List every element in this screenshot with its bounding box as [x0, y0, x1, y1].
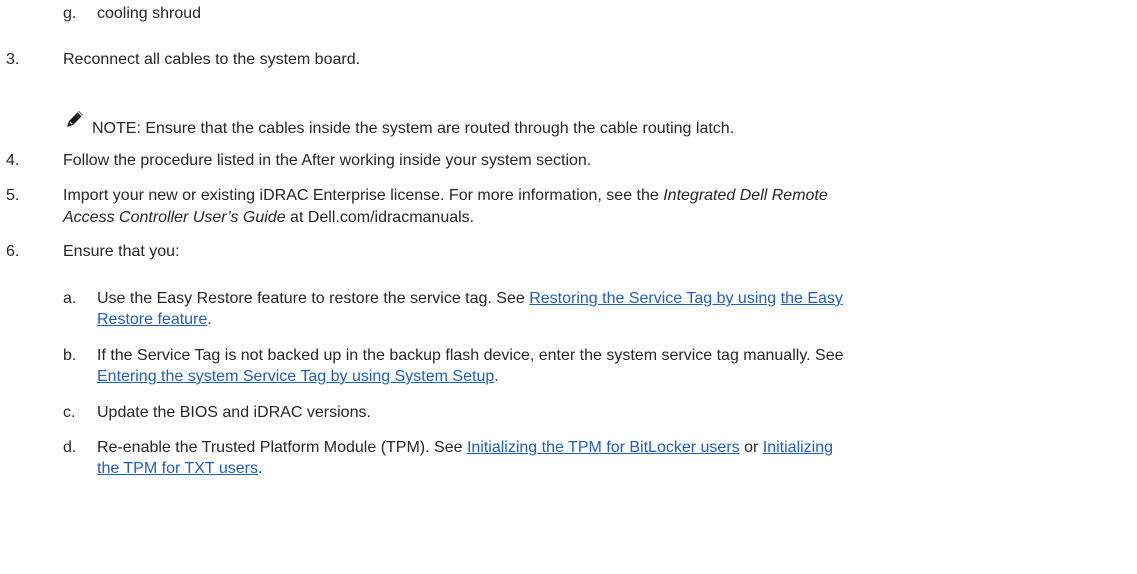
substep-b-line-2: Entering the system Service Tag by using…: [97, 366, 499, 388]
note-text: NOTE: Ensure that the cables inside the …: [92, 120, 735, 137]
substep-a-period: .: [207, 311, 212, 328]
step-3-text: Reconnect all cables to the system board…: [63, 51, 361, 68]
substep-a-marker: a.: [63, 290, 77, 307]
substep-g-marker: g.: [63, 5, 77, 22]
tpm-txt-link-part-1[interactable]: Initializing: [763, 439, 833, 456]
substep-a-line-2: Restore feature.: [97, 309, 212, 331]
easy-restore-feature-link-part-2[interactable]: Restore feature: [97, 311, 207, 328]
step-5-line-2: Access Controller User’s Guide at Dell.c…: [63, 207, 474, 229]
substep-a-text: Use the Easy Restore feature to restore …: [97, 290, 530, 307]
step-5-line-1: Import your new or existing iDRAC Enterp…: [63, 185, 828, 207]
substep-g-text: cooling shroud: [97, 5, 202, 22]
step-5-guide-title-part-2: Access Controller User’s Guide: [63, 209, 286, 226]
substep-b-period: .: [494, 368, 499, 385]
restoring-service-tag-link[interactable]: Restoring the Service Tag by using: [529, 290, 776, 307]
substep-c-text: Update the BIOS and iDRAC versions.: [97, 404, 371, 421]
substep-c-marker: c.: [63, 404, 76, 421]
step-5-guide-title-part-1: Integrated Dell Remote: [663, 187, 828, 204]
step-6-text: Ensure that you:: [63, 243, 180, 260]
substep-b-line-1: If the Service Tag is not backed up in t…: [97, 347, 844, 364]
substep-b-marker: b.: [63, 347, 77, 364]
substep-d-line-2: the TPM for TXT users.: [97, 458, 262, 480]
substep-d-or: or: [739, 439, 763, 456]
tpm-txt-link-part-2[interactable]: the TPM for TXT users: [97, 460, 258, 477]
step-6-marker: 6.: [6, 243, 20, 260]
step-5-line-2-text: at Dell.com/idracmanuals.: [285, 209, 475, 226]
entering-service-tag-link[interactable]: Entering the system Service Tag by using…: [97, 368, 494, 385]
substep-d-line-1: Re-enable the Trusted Platform Module (T…: [97, 437, 833, 459]
substep-d-text: Re-enable the Trusted Platform Module (T…: [97, 439, 467, 456]
easy-restore-feature-link-part-1[interactable]: the Easy: [781, 290, 843, 307]
substep-d-marker: d.: [63, 439, 77, 456]
step-4-text: Follow the procedure listed in the After…: [63, 152, 592, 169]
tpm-bitlocker-link[interactable]: Initializing the TPM for BitLocker users: [467, 439, 740, 456]
substep-d-period: .: [257, 460, 263, 477]
step-4-marker: 4.: [6, 152, 20, 169]
pencil-note-icon: [67, 111, 83, 127]
step-5-line-1-text: Import your new or existing iDRAC Enterp…: [63, 187, 664, 204]
step-3-marker: 3.: [6, 51, 20, 68]
substep-a-line-1: Use the Easy Restore feature to restore …: [97, 288, 843, 310]
step-5-marker: 5.: [6, 187, 20, 204]
